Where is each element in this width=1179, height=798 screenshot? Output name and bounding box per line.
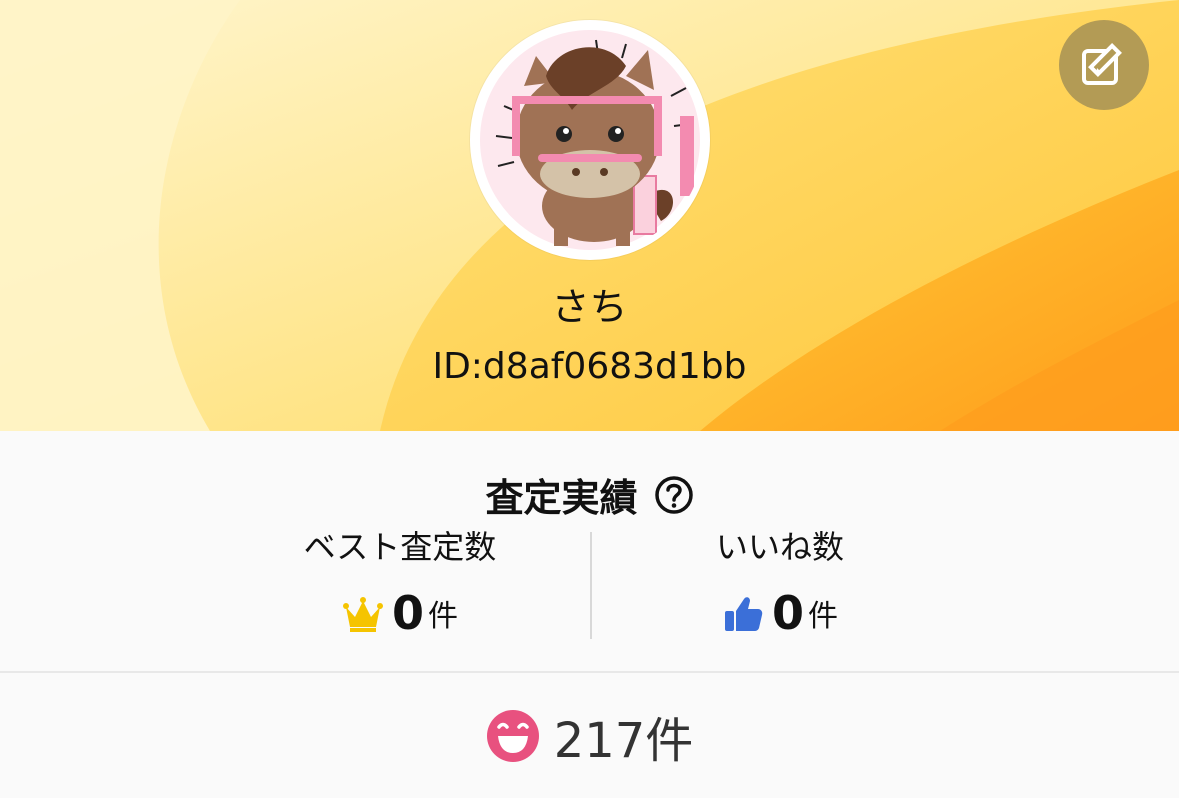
edit-pencil-icon [1082,43,1122,85]
stats-title: 査定実績 [485,476,638,520]
best-assessment-stat: ベスト査定数 0 件 [200,527,600,641]
likes-count: 0 [771,586,804,640]
likes-stat: いいね数 0 件 [580,527,980,641]
likes-value-row: 0 件 [580,585,980,641]
best-assessment-unit: 件 [428,599,458,634]
profile-page: さち ID:d8af0683d1bb 査定実績 ベスト査定数 0 件 いいね数 … [0,0,1179,798]
thumbs-up-icon [724,597,763,631]
likes-unit: 件 [808,599,838,634]
profile-header: さち ID:d8af0683d1bb [0,0,1179,431]
user-id: ID:d8af0683d1bb [432,346,747,387]
stats-title-row: 査定実績 [0,467,1179,522]
best-assessment-value-row: 0 件 [200,585,600,641]
smile-face-icon [486,709,539,762]
question-circle-icon[interactable] [654,475,694,515]
assessment-stats: 査定実績 ベスト査定数 0 件 いいね数 0 件 [0,431,1179,673]
best-assessment-count: 0 [391,586,424,640]
edit-profile-button[interactable] [1059,20,1149,110]
best-assessment-label: ベスト査定数 [303,528,497,566]
likes-label: いいね数 [715,528,844,566]
reaction-count-row: 217件 [0,673,1179,798]
horse-character-avatar [476,26,704,254]
crown-icon [342,597,383,632]
user-name: さち [551,285,628,329]
reaction-count: 217件 [553,712,694,769]
avatar[interactable] [470,20,710,260]
